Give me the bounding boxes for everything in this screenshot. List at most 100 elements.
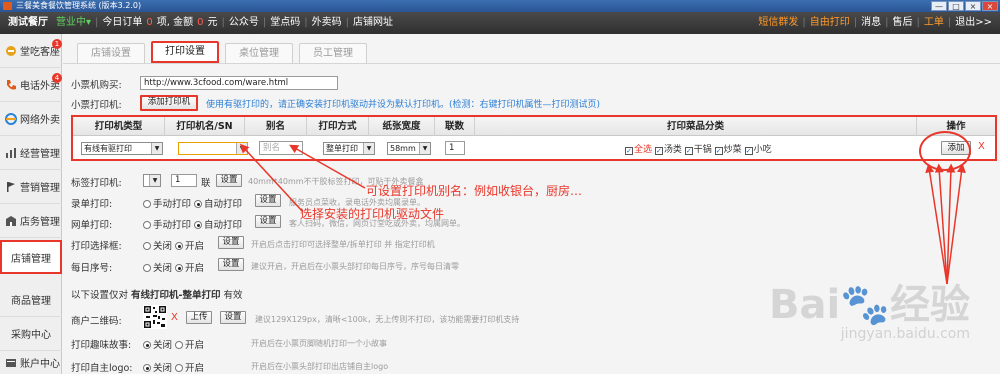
exit-link[interactable]: 退出>> (953, 12, 994, 34)
select-box-settings-button[interactable]: 设置 (218, 236, 244, 249)
qr-remove-icon[interactable]: X (171, 312, 178, 323)
select-box-options: 关闭 开启 (143, 238, 204, 252)
alias-annotation: 可设置打印机别名：例如收银台，厨房… (366, 184, 583, 198)
sidebar-item-marketing[interactable]: 营销管理 (0, 170, 62, 204)
entry-print-options: 手动打印 自动打印 (143, 196, 242, 210)
business-status-dropdown[interactable]: 营业中▾ (54, 12, 93, 34)
label-printer-select[interactable]: ▼ (143, 174, 161, 187)
remove-row-icon[interactable]: X (978, 141, 985, 152)
messages-link[interactable]: 消息 (859, 12, 883, 34)
sidebar-item-business[interactable]: 经营管理 (0, 136, 62, 170)
net-settings-button[interactable]: 设置 (255, 215, 281, 228)
daily-seq-settings-button[interactable]: 设置 (218, 258, 244, 271)
checkbox[interactable]: ✓ (684, 147, 693, 155)
copies-input[interactable]: 1 (445, 141, 465, 155)
col-header: 打印菜品分类 (475, 117, 917, 136)
checkbox[interactable]: ✓ (654, 147, 663, 155)
printer-table-header: 打印机类型 打印机名/SN 别名 打印方式 纸张宽度 联数 打印菜品分类 操作 (73, 117, 995, 136)
select-box-label: 打印选择框: (71, 241, 122, 252)
radio[interactable] (175, 264, 184, 272)
add-printer-button[interactable]: 添加打印机 (140, 95, 198, 111)
radio[interactable] (143, 341, 151, 349)
radio[interactable] (143, 200, 151, 208)
qr-hint: 建议129X129px，清晰<100k，无上传则不打印，该功能需要打印机支持 (255, 315, 520, 324)
checkbox[interactable]: ✓ (625, 147, 633, 155)
chevron-down-icon: ▼ (151, 143, 162, 154)
paper-width-select[interactable]: 58mm ▼ (387, 142, 431, 155)
buy-url-field[interactable]: http://www.3cfood.com/ware.html (140, 76, 338, 90)
restore-button[interactable]: × (965, 1, 981, 11)
qr-upload-button[interactable]: 上传 (186, 311, 212, 324)
entry-settings-button[interactable]: 设置 (255, 194, 281, 207)
tab-store-settings[interactable]: 店铺设置 (77, 43, 145, 63)
free-print-link[interactable]: 自由打印 (808, 12, 852, 34)
printer-hint: 使用有驱打印的，请正确安装打印机驱动并设为默认打印机。(检测：右键打印机属性—打… (206, 100, 601, 110)
orders-unit: 项, 金额 (156, 17, 194, 28)
highlight-circle (919, 131, 971, 171)
label-copies-input[interactable]: 1 (171, 174, 197, 187)
after-sale-link[interactable]: 售后 (890, 12, 914, 34)
maximize-button[interactable]: □ (948, 1, 964, 11)
today-orders-count: 0 (146, 17, 153, 28)
label-settings-button[interactable]: 设置 (216, 174, 242, 187)
printer-table: 打印机类型 打印机名/SN 别名 打印方式 纸张宽度 联数 打印菜品分类 操作 … (71, 115, 997, 161)
sidebar-item-online[interactable]: 网络外卖 (0, 102, 62, 136)
public-account-link[interactable]: 公众号 (227, 12, 261, 34)
sidebar-item-dine[interactable]: 堂吃客座 1 (0, 34, 62, 68)
account-icon (6, 358, 16, 367)
shop-name: 测试餐厅 (8, 17, 48, 28)
qr-code-image (143, 305, 167, 329)
sidebar: 堂吃客座 1 电话外卖 4 网络外卖 经营管理 营销管理 店务管理 店铺管理 商… (0, 34, 62, 374)
radio[interactable] (194, 200, 203, 208)
sidebar-item-account[interactable]: 账户中心 (0, 351, 62, 374)
radio[interactable] (175, 364, 184, 372)
checkbox[interactable]: ✓ (744, 147, 753, 155)
tab-divider (63, 63, 1000, 64)
print-method-select[interactable]: 整单打印 ▼ (323, 142, 375, 155)
radio[interactable] (194, 221, 203, 229)
takeout-code-link[interactable]: 外卖码 (310, 12, 344, 34)
col-header: 打印方式 (307, 117, 369, 136)
radio[interactable] (175, 341, 184, 349)
qr-label: 商户二维码: (71, 316, 122, 327)
close-button[interactable]: × (982, 1, 998, 11)
dine-code-link[interactable]: 堂点码 (268, 12, 302, 34)
radio[interactable] (143, 242, 151, 250)
sidebar-item-purchase[interactable]: 采购中心 (0, 317, 62, 351)
col-header: 打印机类型 (73, 117, 165, 136)
chevron-down-icon: ▼ (363, 143, 374, 154)
alias-input[interactable]: 别名 (259, 141, 303, 155)
sms-link[interactable]: 短信群发 (756, 12, 800, 34)
logo-label: 打印自主logo: (71, 363, 133, 374)
printer-label: 小票打印机: (71, 100, 122, 111)
radio[interactable] (143, 264, 151, 272)
radio[interactable] (175, 242, 184, 250)
tab-staff-manage[interactable]: 员工管理 (299, 43, 367, 63)
window-controls: — □ × × (931, 1, 998, 11)
net-print-options: 手动打印 自动打印 (143, 217, 242, 231)
printer-name-select[interactable]: ▼ (178, 142, 248, 155)
radio[interactable] (143, 364, 151, 372)
window-title: 三餐美食餐饮管理系统 (版本3.2.0) (16, 1, 142, 10)
qr-settings-button[interactable]: 设置 (220, 311, 246, 324)
work-order-link[interactable]: 工单 (922, 12, 946, 34)
daily-seq-label: 每日序号: (71, 263, 113, 274)
printer-type-select[interactable]: 有线有驱打印 ▼ (81, 142, 163, 155)
checkbox[interactable]: ✓ (714, 147, 723, 155)
category-checkboxes: ✓ 全选 ✓ 汤类 ✓ 干锅 ✓ 炒菜 ✓ 小吃 (625, 145, 772, 155)
sidebar-item-goods[interactable]: 商品管理 (0, 283, 62, 317)
sidebar-item-shop-manage[interactable]: 店铺管理 (0, 240, 62, 274)
radio[interactable] (143, 221, 151, 229)
sidebar-item-phone[interactable]: 电话外卖 4 (0, 68, 62, 102)
sidebar-badge: 1 (52, 39, 62, 49)
col-header: 纸张宽度 (369, 117, 435, 136)
col-header: 联数 (435, 117, 475, 136)
phone-icon (7, 79, 16, 89)
tab-table-manage[interactable]: 桌位管理 (225, 43, 293, 63)
tab-print-settings[interactable]: 打印设置 (151, 41, 219, 63)
minimize-button[interactable]: — (931, 1, 947, 11)
sidebar-item-store-ops[interactable]: 店务管理 (0, 204, 62, 238)
app-icon (3, 2, 12, 10)
select-box-hint: 开启后点击打印可选择整单/拆单打印 并 指定打印机 (251, 240, 435, 249)
store-url-link[interactable]: 店铺网址 (351, 12, 395, 34)
